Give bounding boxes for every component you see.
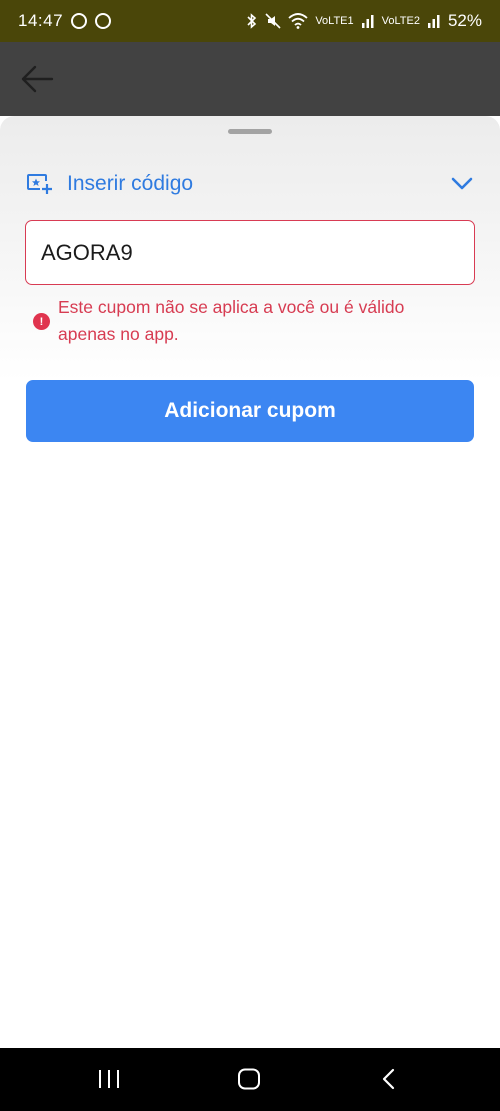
status-bar: 14:47 VoLTE1 VoLTE2 52% — [0, 0, 500, 42]
exclamation-icon: ! — [33, 313, 50, 330]
insert-code-header[interactable]: Inserir código — [26, 168, 476, 200]
error-message-row: ! Este cupom não se aplica a você ou é v… — [33, 294, 453, 348]
coupon-code-input[interactable] — [25, 220, 475, 285]
mute-icon — [265, 13, 281, 29]
bluetooth-icon — [247, 13, 257, 29]
error-message: Este cupom não se aplica a você ou é vál… — [58, 297, 405, 344]
wifi-icon — [288, 13, 308, 29]
network-label-1: VoLTE1 — [315, 15, 354, 27]
status-time: 14:47 — [18, 11, 64, 30]
battery-percent: 52% — [447, 11, 482, 30]
home-icon[interactable] — [237, 1068, 261, 1090]
coupon-sheet: Inserir código ! Este cupom não se aplic… — [0, 116, 500, 1048]
signal-icon — [361, 15, 374, 28]
network-label-2: VoLTE2 — [381, 15, 420, 27]
b-icon — [95, 13, 112, 29]
drag-handle[interactable] — [228, 129, 272, 134]
arrow-left-icon[interactable] — [20, 64, 54, 94]
add-coupon-button[interactable]: Adicionar cupom — [26, 380, 474, 442]
back-chevron-icon[interactable] — [380, 1068, 398, 1090]
whatsapp-icon — [71, 13, 88, 29]
coupon-plus-icon — [27, 174, 52, 194]
navigation-bar — [0, 1048, 500, 1111]
app-header — [0, 42, 500, 116]
recents-icon[interactable] — [97, 1068, 121, 1090]
signal-icon — [427, 15, 440, 28]
chevron-down-icon[interactable] — [451, 177, 473, 191]
section-title: Inserir código — [67, 172, 194, 195]
